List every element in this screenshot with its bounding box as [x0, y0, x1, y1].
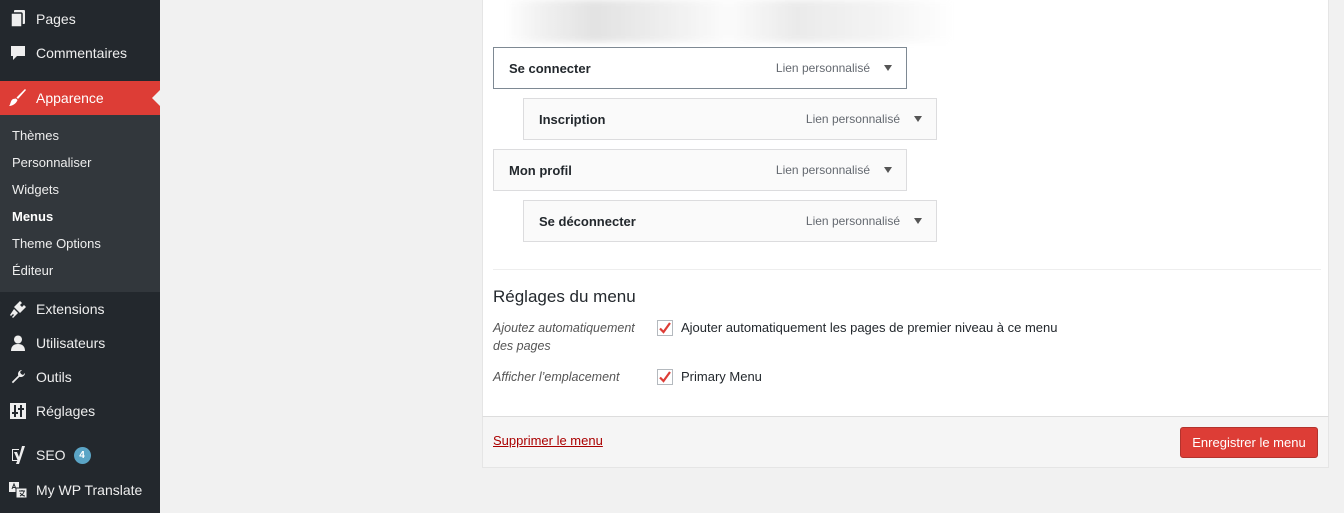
save-menu-button[interactable]: Enregistrer le menu [1180, 427, 1318, 458]
submenu-item-editor[interactable]: Éditeur [12, 263, 53, 278]
auto-add-checkbox[interactable] [657, 320, 673, 336]
sidebar-item-label: SEO [36, 447, 66, 463]
menu-item-title: Se connecter [509, 60, 591, 76]
paintbrush-icon [0, 89, 36, 107]
sidebar-item-label: Utilisateurs [36, 335, 106, 351]
sidebar-item-tools[interactable]: Outils [0, 360, 160, 394]
plugins-icon [0, 300, 36, 318]
expand-arrow-icon[interactable] [880, 162, 896, 178]
users-icon [0, 335, 36, 351]
yoast-icon [0, 446, 36, 464]
admin-sidebar: Pages Commentaires Apparence Thèmes Pers… [0, 0, 160, 513]
sidebar-item-label: Apparence [36, 90, 104, 106]
sidebar-item-users[interactable]: Utilisateurs [0, 326, 160, 360]
sidebar-item-comments[interactable]: Commentaires [0, 36, 160, 70]
delete-menu-link[interactable]: Supprimer le menu [493, 433, 603, 448]
menu-item-se-connecter[interactable]: Se connecter Lien personnalisé [493, 47, 907, 89]
pages-icon [0, 10, 36, 28]
menu-item-type: Lien personnalisé [805, 214, 900, 228]
menu-item-se-deconnecter[interactable]: Se déconnecter Lien personnalisé [523, 200, 937, 242]
expand-arrow-icon[interactable] [880, 60, 896, 76]
submenu-item-menus[interactable]: Menus [12, 209, 53, 224]
sidebar-item-extensions[interactable]: Extensions [0, 292, 160, 326]
wrench-icon [0, 369, 36, 385]
sidebar-item-my-wp-translate[interactable]: My WP Translate [0, 473, 160, 507]
menu-item-title: Mon profil [509, 162, 572, 178]
expand-arrow-icon[interactable] [910, 111, 926, 127]
menu-item-title: Inscription [539, 111, 606, 127]
menu-settings-title: Réglages du menu [493, 287, 636, 306]
menu-item-type: Lien personnalisé [775, 61, 870, 75]
menu-item-title: Se déconnecter [539, 213, 636, 229]
sidebar-item-seo[interactable]: SEO 4 [0, 438, 160, 472]
submenu-item-widgets[interactable]: Widgets [12, 182, 59, 197]
blurred-menu-item [505, 0, 953, 42]
submenu-item-themes[interactable]: Thèmes [12, 128, 59, 143]
submenu-item-customize[interactable]: Personnaliser [12, 155, 92, 170]
sidebar-item-label: Pages [36, 11, 76, 27]
auto-add-label: Ajoutez automatiquement des pages [493, 321, 635, 353]
sidebar-item-label: My WP Translate [36, 482, 143, 498]
checkmark-icon [659, 371, 671, 383]
expand-arrow-icon[interactable] [910, 213, 926, 229]
sidebar-item-pages[interactable]: Pages [0, 2, 160, 36]
menu-item-type: Lien personnalisé [775, 163, 870, 177]
auto-add-option-label[interactable]: Ajouter automatiquement les pages de pre… [681, 320, 1058, 335]
sidebar-item-label: Réglages [36, 403, 96, 419]
translate-icon [0, 482, 36, 498]
menu-item-type: Lien personnalisé [805, 112, 900, 126]
checkmark-icon [659, 322, 671, 334]
sidebar-item-label: Outils [36, 369, 72, 385]
settings-icon [0, 403, 36, 419]
sidebar-item-settings[interactable]: Réglages [0, 394, 160, 428]
comments-icon [0, 45, 36, 61]
location-label: Afficher l’emplacement [493, 370, 620, 384]
menu-item-mon-profil[interactable]: Mon profil Lien personnalisé [493, 149, 907, 191]
notification-badge: 4 [73, 446, 91, 464]
primary-menu-checkbox[interactable] [657, 369, 673, 385]
menu-item-inscription[interactable]: Inscription Lien personnalisé [523, 98, 937, 140]
submenu-item-theme-options[interactable]: Theme Options [12, 236, 101, 251]
sidebar-item-label: Extensions [36, 301, 105, 317]
section-divider [493, 269, 1321, 270]
appearance-submenu: Thèmes Personnaliser Widgets Menus Theme… [0, 115, 160, 292]
sidebar-item-appearance[interactable]: Apparence [0, 81, 160, 115]
sidebar-item-label: Commentaires [36, 45, 128, 61]
primary-menu-option-label[interactable]: Primary Menu [681, 369, 762, 384]
